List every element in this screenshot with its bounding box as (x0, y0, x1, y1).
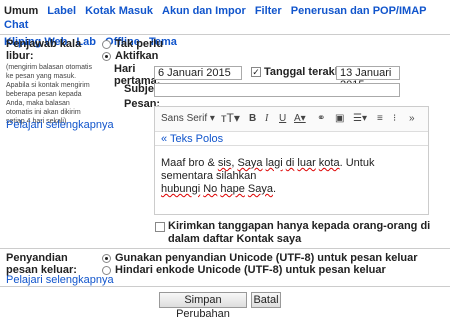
tab-akun-dan-impor[interactable]: Akun dan Impor (162, 4, 246, 18)
image-icon[interactable]: ▣ (335, 113, 344, 124)
plain-text-link[interactable]: « Teks Polos (161, 133, 223, 145)
tab-umum[interactable]: Umum (4, 4, 38, 18)
bullet-list-icon[interactable]: ⁝ (393, 113, 396, 124)
editor-divider (155, 145, 428, 146)
editor-toolbar: Sans Serif ▾ ᴛT▾ B I U A▾ ⚭ ▣ ☰▾ ≡ ⁝ » (155, 107, 428, 132)
encoding-avoid-label: Hindari enkode Unicode (UTF-8) untuk pes… (115, 264, 386, 276)
font-family-label: Sans Serif (161, 113, 208, 124)
underline-icon[interactable]: U (279, 113, 286, 124)
vacation-off-label: Tak perlu (115, 38, 164, 50)
more-options-icon[interactable]: » (409, 113, 415, 124)
subject-input[interactable] (154, 83, 400, 97)
bold-icon[interactable]: B (249, 113, 256, 124)
first-day-input[interactable]: 6 Januari 2015 (154, 66, 242, 80)
text-size-icon[interactable]: ᴛT▾ (221, 111, 240, 125)
message-line-2: hubungi No hape Saya. (161, 183, 277, 195)
link-icon[interactable]: ⚭ (317, 113, 325, 124)
tab-kotak-masuk[interactable]: Kotak Masuk (85, 4, 153, 18)
tab-chat[interactable]: Chat (4, 18, 28, 32)
font-family-select[interactable]: Sans Serif ▾ (161, 113, 215, 124)
last-day-checkbox[interactable]: ✓ (251, 67, 261, 77)
vacation-title: Penjawab kala libur: (6, 38, 82, 62)
vacation-learn-more-link[interactable]: Pelajari selengkapnya (6, 119, 114, 131)
encoding-learn-more-link[interactable]: Pelajari selengkapnya (6, 274, 114, 286)
contacts-only-label: Kirimkan tanggapan hanya kepada orang-or… (168, 220, 431, 245)
tabs-row-1: Umum Label Kotak Masuk Akun dan Impor Fi… (4, 4, 446, 32)
tab-label[interactable]: Label (47, 4, 76, 18)
message-body[interactable]: Maaf bro & sis, Saya lagi di luar kota. … (161, 157, 425, 196)
vacation-on-radio[interactable] (102, 52, 111, 61)
divider-top (0, 34, 450, 35)
vacation-off-radio[interactable] (102, 40, 111, 49)
align-icon[interactable]: ☰▾ (353, 113, 367, 124)
divider-bottom (0, 286, 450, 287)
divider-middle (0, 248, 450, 249)
last-day-input[interactable]: 13 Januari 2015 (336, 66, 400, 91)
encoding-title: Penyandian pesan keluar: (6, 252, 77, 276)
text-color-icon[interactable]: A▾ (294, 113, 306, 124)
italic-icon[interactable]: I (265, 113, 268, 124)
vacation-on-label: Aktifkan (115, 50, 159, 62)
encoding-utf8-radio[interactable] (102, 254, 111, 263)
contacts-only-checkbox[interactable] (155, 222, 165, 232)
cancel-button[interactable]: Batal (251, 292, 281, 308)
encoding-utf8-label: Gunakan penyandian Unicode (UTF-8) untuk… (115, 252, 418, 264)
message-editor: Sans Serif ▾ ᴛT▾ B I U A▾ ⚭ ▣ ☰▾ ≡ ⁝ » «… (154, 106, 429, 215)
tab-penerusan[interactable]: Penerusan dan POP/IMAP (291, 4, 427, 18)
encoding-avoid-radio[interactable] (102, 266, 111, 275)
vacation-description: (mengirim balasan otomatis ke pesan yang… (6, 64, 92, 125)
save-button[interactable]: Simpan Perubahan (159, 292, 247, 320)
message-line-1: Maaf bro & sis, Saya lagi di luar kota. … (161, 157, 375, 182)
tab-filter[interactable]: Filter (255, 4, 282, 18)
list-icon[interactable]: ≡ (377, 113, 383, 124)
